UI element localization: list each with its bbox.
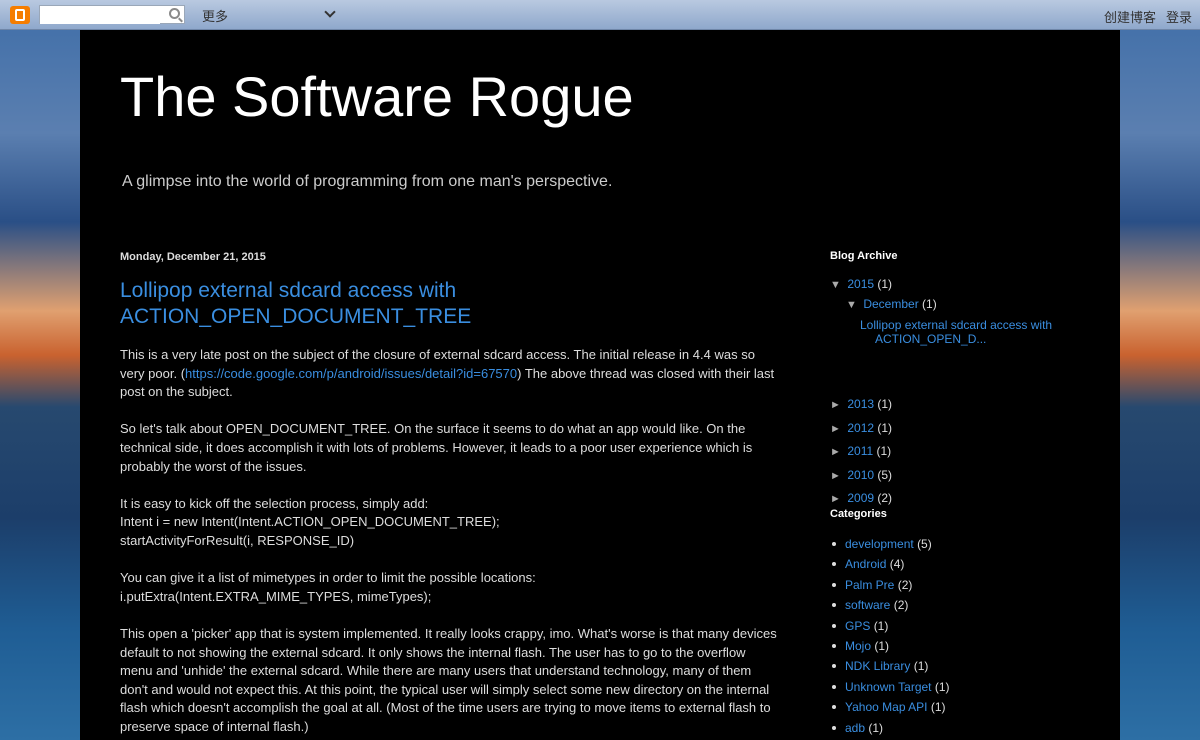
search-box <box>39 5 185 24</box>
category-link[interactable]: Unknown Target <box>845 680 932 694</box>
category-link[interactable]: Android <box>845 557 886 571</box>
archive-year-link[interactable]: 2012 <box>847 421 874 435</box>
archive-year-2012: ► 2012 (1) <box>830 421 893 435</box>
categories-widget: Categories development (5) Android (4) P… <box>830 508 1110 735</box>
category-link[interactable]: development <box>845 537 914 551</box>
post-paragraph: This open a 'picker' app that is system … <box>120 625 777 734</box>
main-panel: The Software Rogue A glimpse into the wo… <box>80 30 1120 740</box>
post-date: Monday, December 21, 2015 <box>120 251 266 263</box>
blog-description: A glimpse into the world of programming … <box>122 173 613 190</box>
expand-toggle-icon[interactable]: ► <box>830 493 844 505</box>
navbar: 更多 创建博客 登录 <box>0 0 1200 30</box>
archive-post-link[interactable]: Lollipop external sdcard access with ACT… <box>860 318 1052 346</box>
post-title[interactable]: Lollipop external sdcard access with ACT… <box>120 278 600 330</box>
category-link[interactable]: GPS <box>845 619 870 633</box>
expand-toggle-icon[interactable]: ► <box>830 470 844 482</box>
archive-year-2015: ▼ 2015 (1) <box>830 277 893 291</box>
post-paragraph: So let's talk about OPEN_DOCUMENT_TREE. … <box>120 421 753 474</box>
category-item: Android (4) <box>830 554 950 574</box>
category-link[interactable]: NDK Library <box>845 659 910 673</box>
category-item: NDK Library (1) <box>830 656 950 676</box>
archive-year-2011: ► 2011 (1) <box>830 444 892 458</box>
archive-year-link[interactable]: 2010 <box>847 468 874 482</box>
post-paragraph: You can give it a list of mimetypes in o… <box>120 570 536 604</box>
category-item: Mojo (1) <box>830 636 950 656</box>
categories-list: development (5) Android (4) Palm Pre (2)… <box>830 534 950 738</box>
category-item: Unknown Target (1) <box>830 677 950 697</box>
post-paragraph: It is easy to kick off the selection pro… <box>120 495 500 548</box>
category-link[interactable]: Palm Pre <box>845 578 894 592</box>
archive-year-link[interactable]: 2009 <box>847 491 874 505</box>
category-item: Palm Pre (2) <box>830 575 950 595</box>
archive-year-link[interactable]: 2015 <box>847 277 874 291</box>
blog-archive-title: Blog Archive <box>830 250 898 262</box>
blog-archive-widget: Blog Archive ▼ 2015 (1) ▼ December (1) L… <box>830 250 1110 505</box>
category-link[interactable]: adb <box>845 721 865 735</box>
post-paragraph: This is a very late post on the subject … <box>120 347 775 400</box>
chevron-down-icon[interactable] <box>324 6 336 18</box>
category-item: GPS (1) <box>830 616 950 636</box>
categories-title: Categories <box>830 508 887 520</box>
category-link[interactable]: Mojo <box>845 639 871 653</box>
category-item: adb (1) <box>830 718 950 738</box>
expand-toggle-icon[interactable]: ► <box>830 446 844 458</box>
archive-year-link[interactable]: 2011 <box>847 444 873 458</box>
category-link[interactable]: Yahoo Map API <box>845 700 928 714</box>
category-item: development (5) <box>830 534 950 554</box>
archive-month-link[interactable]: December <box>863 297 918 311</box>
post-body: This is a very late post on the subject … <box>120 346 780 740</box>
collapse-toggle-icon[interactable]: ▼ <box>830 279 844 291</box>
archive-year-2013: ► 2013 (1) <box>830 397 893 411</box>
archive-year-2010: ► 2010 (5) <box>830 468 893 482</box>
create-blog-link[interactable]: 创建博客 <box>1104 7 1156 26</box>
category-item: Yahoo Map API (1) <box>830 697 950 717</box>
category-link[interactable]: software <box>845 598 890 612</box>
search-icon[interactable] <box>169 8 180 19</box>
category-item: software (2) <box>830 595 950 615</box>
archive-month-december: ▼ December (1) <box>846 297 937 311</box>
blogger-logo-icon[interactable] <box>10 6 30 24</box>
issue-link[interactable]: https://code.google.com/p/android/issues… <box>185 366 517 381</box>
expand-toggle-icon[interactable]: ► <box>830 423 844 435</box>
search-input[interactable] <box>40 6 160 24</box>
login-link[interactable]: 登录 <box>1166 7 1192 26</box>
archive-year-2009: ► 2009 (2) <box>830 491 893 505</box>
blog-title[interactable]: The Software Rogue <box>120 64 634 129</box>
archive-year-link[interactable]: 2013 <box>847 397 874 411</box>
more-menu[interactable]: 更多 <box>202 6 228 25</box>
expand-toggle-icon[interactable]: ► <box>830 399 844 411</box>
collapse-toggle-icon[interactable]: ▼ <box>846 299 860 311</box>
